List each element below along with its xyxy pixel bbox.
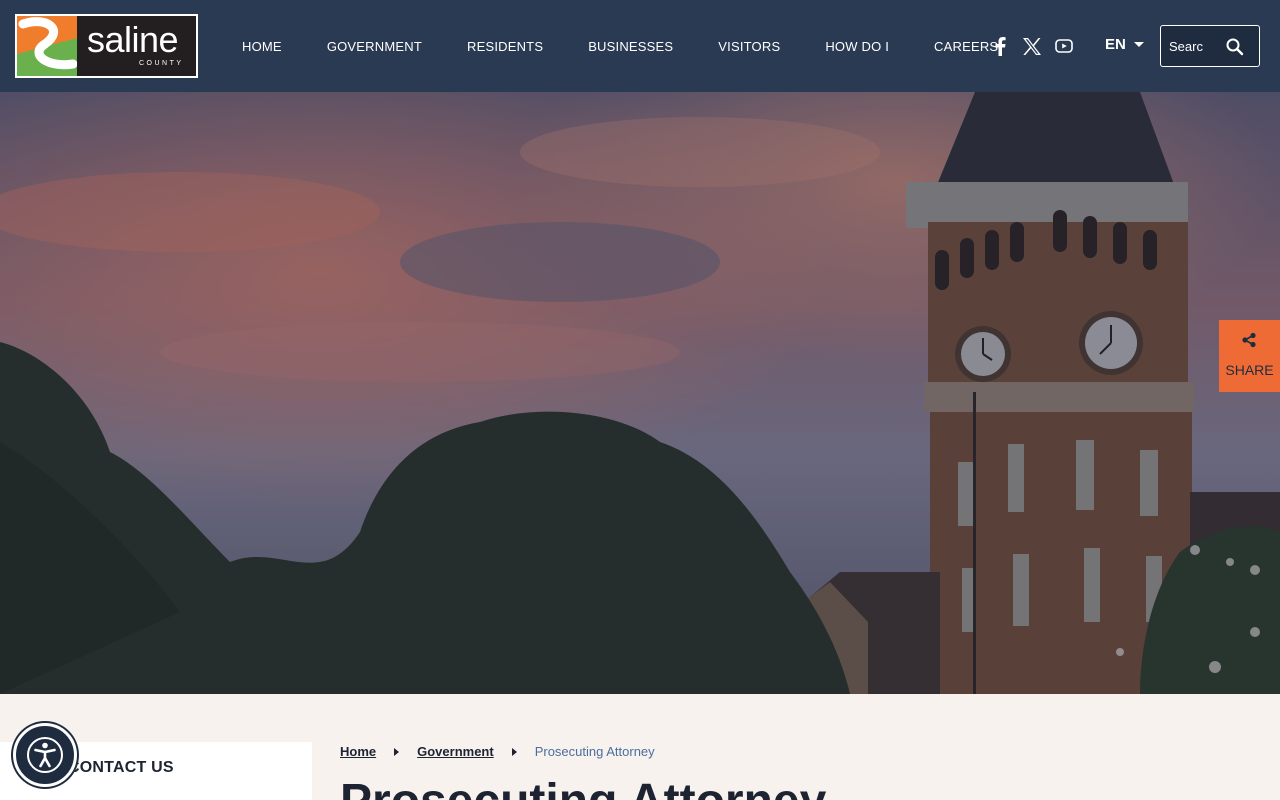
share-button[interactable]: SHARE: [1219, 320, 1280, 392]
accessibility-button[interactable]: [13, 723, 77, 787]
nav-government[interactable]: GOVERNMENT: [327, 39, 422, 54]
nav-residents[interactable]: RESIDENTS: [467, 39, 543, 54]
hero-courthouse-illustration: [0, 92, 1280, 694]
share-icon: [1242, 332, 1256, 348]
chevron-right-icon: [394, 747, 400, 756]
search-icon[interactable]: [1225, 37, 1245, 57]
search-input[interactable]: [1169, 36, 1203, 56]
search-box: [1160, 25, 1260, 67]
breadcrumb-government[interactable]: Government: [417, 744, 494, 759]
youtube-icon[interactable]: [1055, 39, 1073, 53]
nav-visitors[interactable]: VISITORS: [718, 39, 780, 54]
x-icon[interactable]: [1023, 38, 1041, 55]
accessibility-icon: [27, 737, 63, 773]
logo-text: saline: [87, 19, 179, 60]
nav-careers[interactable]: CAREERS: [934, 39, 998, 54]
contact-us-title[interactable]: CONTACT US: [68, 759, 174, 777]
language-selector[interactable]: EN: [1105, 36, 1144, 53]
facebook-icon[interactable]: [993, 37, 1007, 56]
breadcrumb-home[interactable]: Home: [340, 744, 376, 759]
language-label: EN: [1105, 36, 1126, 53]
breadcrumb-current: Prosecuting Attorney: [534, 744, 655, 759]
page-title: Prosecuting Attorney: [340, 778, 826, 800]
site-logo[interactable]: saline COUNTY: [15, 14, 198, 78]
nav-home[interactable]: HOME: [242, 39, 282, 54]
logo-mark-icon: [17, 16, 77, 76]
share-label: SHARE: [1225, 362, 1274, 378]
breadcrumb: Home Government Prosecuting Attorney: [340, 744, 655, 759]
chevron-right-icon: [511, 747, 517, 756]
nav-how-do-i[interactable]: HOW DO I: [825, 39, 889, 54]
nav-businesses[interactable]: BUSINESSES: [588, 39, 673, 54]
logo-subtext: COUNTY: [139, 60, 184, 67]
main-nav: HOME GOVERNMENT RESIDENTS BUSINESSES VIS…: [220, 0, 1043, 92]
chevron-down-icon: [1133, 42, 1144, 47]
site-header: saline COUNTY HOME GOVERNMENT RESIDENTS …: [0, 0, 1280, 92]
hero-image: [0, 92, 1280, 694]
